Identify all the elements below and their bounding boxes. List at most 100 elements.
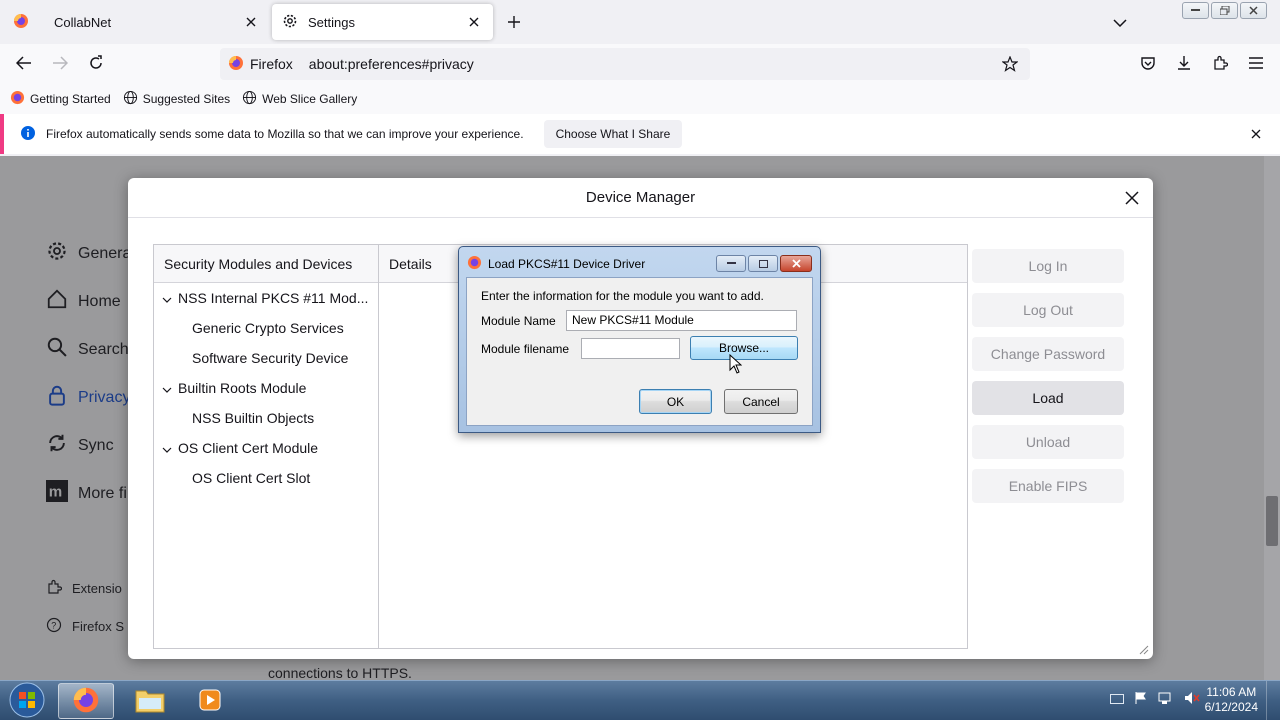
url-text[interactable]: about:preferences#privacy	[309, 56, 474, 72]
tree-row[interactable]: NSS Internal PKCS #11 Mod...	[162, 290, 368, 306]
tree-item-label: OS Client Cert Module	[178, 440, 319, 456]
close-icon[interactable]	[465, 13, 483, 31]
list-all-tabs-button[interactable]	[1110, 12, 1130, 32]
ok-button[interactable]: OK	[639, 389, 712, 414]
chevron-down-icon[interactable]	[162, 440, 172, 456]
tab-title: CollabNet	[54, 14, 112, 30]
sidebar-item-label: Genera	[78, 244, 132, 262]
enable-fips-button[interactable]: Enable FIPS	[972, 469, 1124, 503]
module-filename-label: Module filename	[481, 342, 570, 356]
minimize-button[interactable]	[716, 255, 746, 272]
close-window-button[interactable]	[1240, 2, 1267, 19]
dialog-titlebar[interactable]: Load PKCS#11 Device Driver	[467, 255, 645, 273]
dialog-window-controls	[716, 255, 812, 272]
windows-logo-icon	[9, 682, 45, 720]
browse-button[interactable]: Browse...	[690, 336, 798, 360]
maximize-button[interactable]	[748, 255, 778, 272]
taskbar-explorer[interactable]	[122, 683, 178, 719]
scroll-thumb[interactable]	[1266, 496, 1278, 546]
show-desktop-button[interactable]	[1266, 681, 1280, 720]
dialog-body: Enter the information for the module you…	[466, 277, 813, 426]
identity-label: Firefox	[250, 56, 293, 72]
tab-title: Settings	[308, 14, 355, 30]
sidebar-item-extensions[interactable]: Extensio	[46, 579, 122, 598]
firefox-icon	[228, 55, 244, 74]
load-button[interactable]: Load	[972, 381, 1124, 415]
bookmarks-toolbar: Getting Started Suggested Sites Web Slic…	[0, 84, 1280, 114]
puzzle-icon	[46, 579, 63, 598]
tree-row[interactable]: NSS Builtin Objects	[192, 410, 314, 426]
notification-message: Firefox automatically sends some data to…	[46, 127, 524, 141]
sidebar-item-label: Sync	[78, 436, 114, 454]
bookmark-getting-started[interactable]: Getting Started	[10, 90, 111, 108]
flag-icon[interactable]	[1134, 691, 1148, 708]
close-icon[interactable]	[242, 13, 260, 31]
pocket-button[interactable]	[1136, 52, 1160, 76]
system-clock[interactable]: 11:06 AM 6/12/2024	[1205, 685, 1258, 715]
reload-button[interactable]	[84, 52, 108, 76]
downloads-button[interactable]	[1172, 52, 1196, 76]
sidebar-item-firefox-support[interactable]: ? Firefox S	[46, 617, 124, 636]
sidebar-item-sync[interactable]: Sync	[46, 432, 114, 459]
choose-what-i-share-button[interactable]: Choose What I Share	[543, 120, 683, 148]
firefox-icon	[72, 686, 100, 717]
tree-item-label: OS Client Cert Slot	[192, 470, 311, 486]
keyboard-icon[interactable]	[1110, 692, 1124, 707]
close-icon[interactable]	[1123, 189, 1141, 207]
speaker-muted-icon[interactable]	[1184, 691, 1200, 708]
sidebar-item-privacy[interactable]: Privacy	[46, 384, 130, 411]
bookmark-suggested-sites[interactable]: Suggested Sites	[123, 90, 230, 108]
taskbar-firefox[interactable]	[58, 683, 114, 719]
dialog-title: Load PKCS#11 Device Driver	[488, 257, 646, 271]
change-password-button[interactable]: Change Password	[972, 337, 1124, 371]
dialog-prompt: Enter the information for the module you…	[481, 289, 764, 303]
page-scrollbar[interactable]	[1264, 156, 1280, 680]
sync-icon	[46, 432, 68, 459]
tree-row[interactable]: Software Security Device	[192, 350, 348, 366]
globe-icon	[123, 90, 138, 108]
security-modules-tree[interactable]: Security Modules and Devices NSS Interna…	[153, 244, 378, 649]
forward-button[interactable]	[48, 52, 72, 76]
globe-icon	[242, 90, 257, 108]
resize-grip-icon[interactable]	[1137, 643, 1149, 655]
module-name-field[interactable]: New PKCS#11 Module	[566, 310, 797, 331]
minimize-button[interactable]	[1182, 2, 1209, 19]
bookmark-web-slice-gallery[interactable]: Web Slice Gallery	[242, 90, 357, 108]
tree-row[interactable]: Builtin Roots Module	[162, 380, 306, 396]
restore-button[interactable]	[1211, 2, 1238, 19]
info-icon	[20, 125, 36, 144]
log-in-button[interactable]: Log In	[972, 249, 1124, 283]
module-filename-field[interactable]	[581, 338, 680, 359]
back-button[interactable]	[12, 52, 36, 76]
cancel-button[interactable]: Cancel	[724, 389, 798, 414]
sidebar-item-label: Home	[78, 292, 121, 310]
firefox-view-button[interactable]	[0, 0, 42, 44]
new-tab-button[interactable]	[503, 11, 525, 33]
tab-settings[interactable]: Settings	[272, 4, 493, 40]
unload-button[interactable]: Unload	[972, 425, 1124, 459]
tab-strip: CollabNet Settings	[0, 0, 1280, 44]
lock-icon	[46, 384, 68, 411]
sidebar-item-general[interactable]: Genera	[46, 240, 131, 267]
network-icon[interactable]	[1158, 691, 1174, 708]
close-icon[interactable]	[1248, 126, 1264, 142]
svg-text:m: m	[49, 484, 62, 501]
app-menu-button[interactable]	[1244, 52, 1268, 76]
identity-box[interactable]: Firefox	[220, 48, 301, 80]
extensions-button[interactable]	[1208, 52, 1232, 76]
tab-collabnet[interactable]: CollabNet	[44, 4, 270, 40]
sidebar-item-more-from-mozilla[interactable]: m More fi	[46, 480, 127, 507]
chevron-down-icon[interactable]	[162, 380, 172, 396]
sidebar-item-search[interactable]: Search	[46, 336, 129, 363]
chevron-down-icon[interactable]	[162, 290, 172, 306]
tree-row[interactable]: OS Client Cert Slot	[192, 470, 310, 486]
start-button[interactable]	[7, 682, 47, 720]
close-window-button[interactable]	[780, 255, 812, 272]
sidebar-item-home[interactable]: Home	[46, 288, 121, 315]
star-icon[interactable]	[1000, 54, 1020, 74]
log-out-button[interactable]: Log Out	[972, 293, 1124, 327]
taskbar-media-player[interactable]	[182, 683, 238, 719]
tree-row[interactable]: Generic Crypto Services	[192, 320, 344, 336]
url-bar[interactable]: Firefox about:preferences#privacy	[220, 48, 1030, 80]
tree-row[interactable]: OS Client Cert Module	[162, 440, 318, 456]
